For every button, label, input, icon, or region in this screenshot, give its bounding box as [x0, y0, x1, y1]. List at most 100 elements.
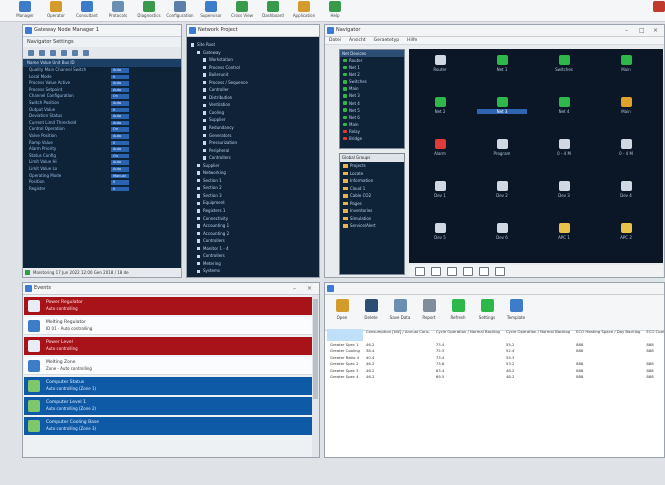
- device-item[interactable]: Relay: [340, 128, 404, 135]
- property-row[interactable]: Process Value Active Auto: [23, 80, 181, 87]
- properties-titlebar[interactable]: Gateway Node Manager 1: [23, 25, 181, 37]
- tree-item[interactable]: Controllers: [187, 154, 319, 162]
- device-tile[interactable]: Dev 5: [415, 217, 465, 265]
- device-tile[interactable]: Dev 4: [601, 175, 651, 223]
- device-tile[interactable]: APC 2: [601, 217, 651, 265]
- alert-icon[interactable]: [644, 1, 665, 21]
- ribbon-button[interactable]: Protocols: [103, 1, 133, 21]
- tree-item[interactable]: Workstation: [187, 56, 319, 64]
- tree-item[interactable]: Pressurization: [187, 139, 319, 147]
- property-row[interactable]: Valve Position Auto: [23, 133, 181, 140]
- menu-item[interactable]: Hilfe: [407, 38, 417, 43]
- group-icon[interactable]: [463, 267, 473, 276]
- event-item[interactable]: Computer Level 1 Auto controlling (Zone 2…: [24, 397, 314, 415]
- tree-item[interactable]: Accounting 1: [187, 222, 319, 230]
- device-tile[interactable]: Net 1: [477, 49, 527, 97]
- ribbon-button[interactable]: Configuration: [165, 1, 195, 21]
- device-tile[interactable]: Switches: [539, 49, 589, 97]
- device-tile[interactable]: Alarm: [415, 133, 465, 181]
- column-header[interactable]: ECO Heating Space / Day Backlog: [573, 329, 643, 341]
- close-icon[interactable]: ×: [307, 283, 312, 294]
- device-tile[interactable]: 0 - 4 M: [539, 133, 589, 181]
- group-item[interactable]: Projects: [340, 162, 404, 170]
- property-value[interactable]: On: [111, 153, 129, 159]
- menu-item[interactable]: Datei: [329, 38, 341, 43]
- property-row[interactable]: Operating Mode Manual: [23, 173, 181, 180]
- event-item[interactable]: Melting Zone Zone - Auto controlling: [24, 357, 314, 375]
- minimize-icon[interactable]: –: [625, 25, 628, 36]
- navigator-titlebar[interactable]: Navigator – □ ×: [325, 25, 664, 37]
- tree-item[interactable]: Monitor 1 - 4: [187, 245, 319, 253]
- copy-icon[interactable]: [415, 267, 425, 276]
- device-item[interactable]: Switches: [340, 78, 404, 85]
- ribbon-button[interactable]: Help: [320, 1, 350, 21]
- tree-item[interactable]: Registers 1: [187, 207, 319, 215]
- group-item[interactable]: Service/Alert: [340, 222, 404, 230]
- event-item[interactable]: Computer Status Auto controlling (Zone 1): [24, 377, 314, 395]
- property-value[interactable]: Auto: [111, 87, 129, 93]
- device-item[interactable]: Main: [340, 85, 404, 92]
- tree-item[interactable]: Boilerunit: [187, 71, 319, 79]
- event-item[interactable]: Power Level Auto controlling: [24, 337, 314, 355]
- events-scrollbar[interactable]: [312, 295, 319, 457]
- tree-item[interactable]: Section 1: [187, 177, 319, 185]
- column-header[interactable]: Cycle Operation / Normal Backlog: [433, 329, 503, 341]
- device-item[interactable]: Net 4: [340, 100, 404, 107]
- ribbon-button[interactable]: Dashboard: [258, 1, 288, 21]
- forward-icon[interactable]: [39, 50, 45, 56]
- tree-item[interactable]: Site Root: [187, 41, 319, 49]
- tree-item[interactable]: Gateway: [187, 49, 319, 57]
- device-item[interactable]: Net 5: [340, 107, 404, 114]
- property-row[interactable]: Status Config On: [23, 153, 181, 160]
- device-item[interactable]: Main: [340, 121, 404, 128]
- property-row[interactable]: Deviation Status Auto: [23, 113, 181, 120]
- consumption-titlebar[interactable]: [325, 283, 664, 295]
- event-item[interactable]: Melting Regulator ID 01 - Auto controllin…: [24, 317, 314, 335]
- maximize-icon[interactable]: □: [639, 25, 645, 36]
- property-value[interactable]: Auto: [111, 100, 129, 106]
- device-item[interactable]: Net 6: [340, 114, 404, 121]
- ribbon-button[interactable]: Manager: [10, 1, 40, 21]
- property-row[interactable]: Quality Main Channel Switch Auto: [23, 67, 181, 74]
- device-tile[interactable]: Dev 1: [415, 175, 465, 223]
- tree-item[interactable]: Distribution: [187, 94, 319, 102]
- property-row[interactable]: Control Operation On: [23, 126, 181, 133]
- property-value[interactable]: 0: [111, 107, 129, 113]
- toolbar-button[interactable]: Settings: [474, 299, 500, 320]
- device-tile[interactable]: 0 - 4 M: [601, 133, 651, 181]
- toolbar-button[interactable]: Delete: [358, 299, 384, 320]
- property-row[interactable]: Current Limit Threshold Auto: [23, 120, 181, 127]
- group-item[interactable]: Locate: [340, 170, 404, 178]
- tree-item[interactable]: Process / Sequence: [187, 79, 319, 87]
- device-tile[interactable]: Router: [415, 49, 465, 97]
- property-row[interactable]: Limit Value Lo Auto: [23, 166, 181, 173]
- scroll-thumb[interactable]: [313, 299, 318, 399]
- property-row[interactable]: Alarm Priority Auto: [23, 146, 181, 153]
- up-icon[interactable]: [50, 50, 56, 56]
- ribbon-button[interactable]: Consultant: [72, 1, 102, 21]
- tree-item[interactable]: Accounting 2: [187, 230, 319, 238]
- property-value[interactable]: Auto: [111, 147, 129, 152]
- property-row[interactable]: Process Setpoint Auto: [23, 87, 181, 94]
- property-row[interactable]: Register 0: [23, 186, 181, 193]
- save-icon[interactable]: [479, 267, 489, 276]
- property-row[interactable]: Limit Value Hi Auto: [23, 159, 181, 166]
- property-row[interactable]: Local Mode 0: [23, 74, 181, 81]
- device-tile[interactable]: Dev 3: [539, 175, 589, 223]
- back-icon[interactable]: [28, 50, 34, 56]
- export-icon[interactable]: [495, 267, 505, 276]
- tree-item[interactable]: Systems: [187, 267, 319, 275]
- property-row[interactable]: Position 0: [23, 179, 181, 186]
- property-value[interactable]: Manual: [111, 173, 129, 179]
- tree-item[interactable]: Generators: [187, 132, 319, 140]
- ribbon-button[interactable]: Cross View: [227, 1, 257, 21]
- tree-item[interactable]: Section 2: [187, 184, 319, 192]
- refresh-icon[interactable]: [72, 50, 78, 56]
- group-item[interactable]: Cable CO2: [340, 192, 404, 200]
- ribbon-button[interactable]: Application: [289, 1, 319, 21]
- tree-item[interactable]: Supplier: [187, 116, 319, 124]
- property-value[interactable]: 0: [111, 140, 129, 146]
- property-value[interactable]: On: [111, 94, 129, 99]
- close-icon[interactable]: ×: [653, 25, 658, 36]
- properties-menu[interactable]: Navigator Settings: [23, 37, 181, 47]
